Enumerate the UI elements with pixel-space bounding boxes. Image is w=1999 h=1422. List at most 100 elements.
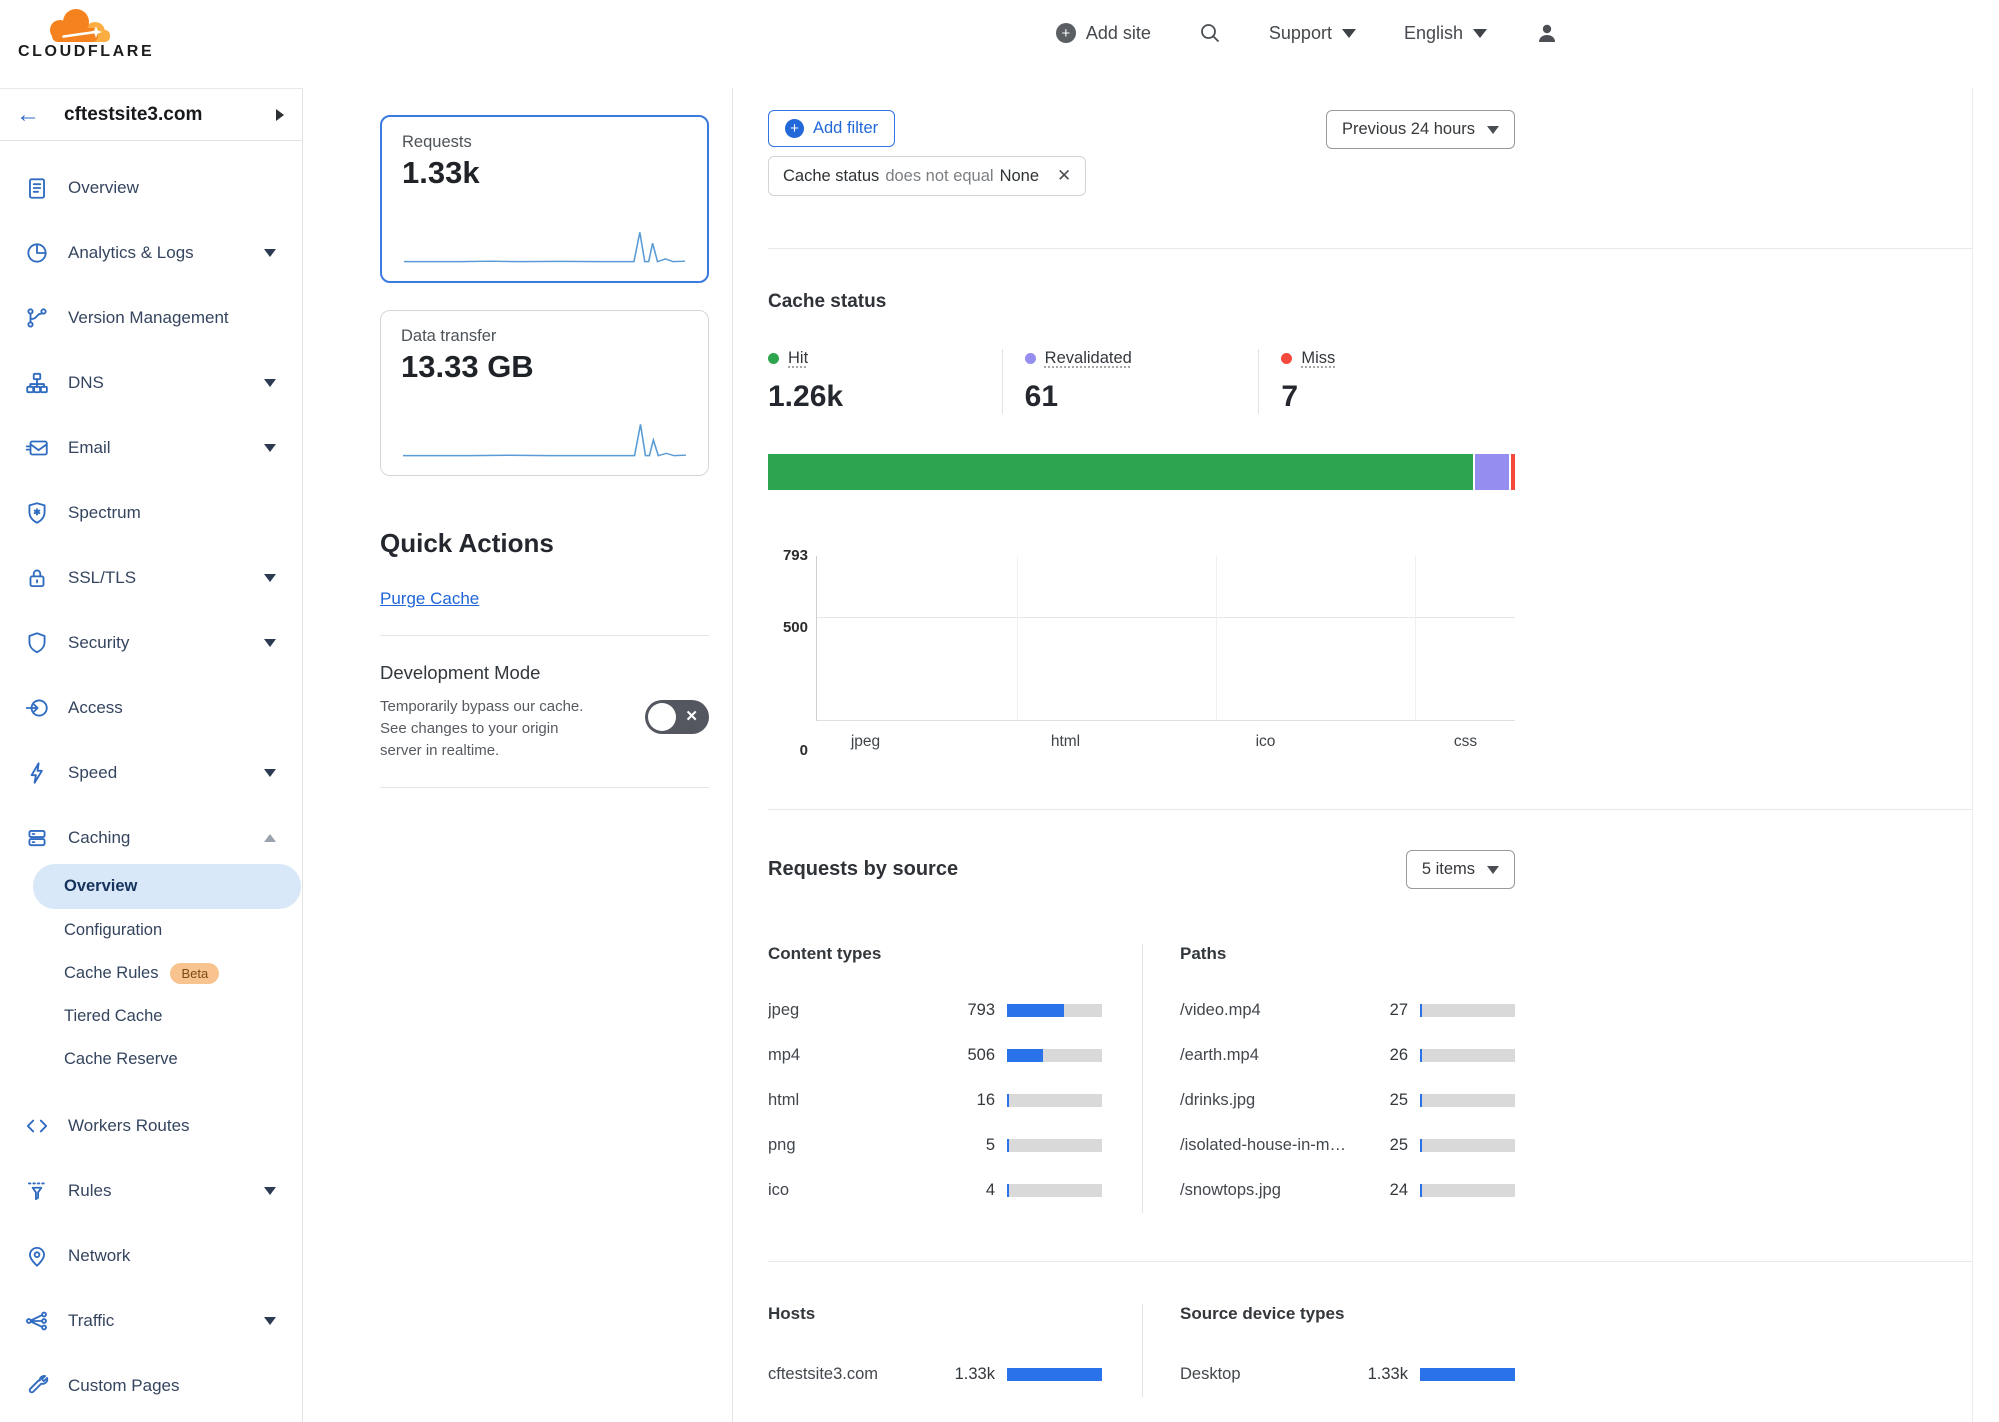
sidebar-item-cache-reserve[interactable]: Cache Reserve [0,1038,302,1081]
miss-label[interactable]: Miss [1301,349,1335,368]
chevron-down-icon [1487,866,1499,874]
add-filter-button[interactable]: + Add filter [768,110,895,147]
sidebar-item-traffic[interactable]: Traffic [0,1288,302,1353]
sidebar-item-version-management[interactable]: Version Management [0,285,302,350]
add-site-label: Add site [1086,23,1151,44]
hit-label[interactable]: Hit [788,349,808,368]
sidebar-item-caching[interactable]: Caching [0,805,302,870]
value-bar [1007,1184,1102,1197]
remove-filter-icon[interactable]: ✕ [1057,166,1071,186]
toggle-off-x-icon: ✕ [685,707,698,725]
sidebar-item-rules[interactable]: Rules [0,1158,302,1223]
value-bar [1420,1368,1515,1381]
account-button[interactable] [1535,21,1559,45]
divider [768,1261,1972,1262]
sidebar-item-security[interactable]: Security [0,610,302,675]
sidebar-item-spectrum[interactable]: Spectrum [0,480,302,545]
miss-dot-icon [1281,353,1292,364]
revalidated-label[interactable]: Revalidated [1045,349,1132,368]
filters-row: + Add filter Cache status does not equal… [768,88,1515,248]
support-menu[interactable]: Support [1269,23,1356,44]
chevron-down-icon [264,574,276,582]
sidebar-item-caching-configuration[interactable]: Configuration [0,909,302,952]
search-button[interactable] [1199,22,1221,44]
requests-by-source-section: Requests by source 5 items Content types… [768,810,1972,1397]
development-mode-toggle[interactable]: ✕ [645,700,709,734]
back-arrow-icon[interactable]: ← [16,103,40,127]
revalidated-value: 61 [1025,380,1259,414]
divider [380,635,709,636]
content-types-table: Content types jpeg 793 mp4 506 [768,944,1143,1213]
data-transfer-card[interactable]: Data transfer 13.33 GB [380,310,709,476]
sidebar-item-cache-rules[interactable]: Cache Rules Beta [0,952,302,995]
data-transfer-sparkline [401,417,688,463]
cache-status-distribution-bar [768,454,1515,490]
site-switcher-icon[interactable] [276,109,284,121]
table-row[interactable]: mp4 506 [768,1033,1102,1078]
sidebar-item-custom-pages[interactable]: Custom Pages [0,1353,302,1418]
sidebar-item-dns[interactable]: DNS [0,350,302,415]
table-row[interactable]: cftestsite3.com 1.33k [768,1352,1102,1397]
sidebar-item-overview[interactable]: Overview [0,155,302,220]
table-row[interactable]: Desktop 1.33k [1180,1352,1515,1397]
table-row[interactable]: /earth.mp4 26 [1180,1033,1515,1078]
hit-dot-icon [768,353,779,364]
table-row[interactable]: /video.mp4 27 [1180,988,1515,1033]
sidebar-item-tiered-cache[interactable]: Tiered Cache [0,995,302,1038]
sidebar-item-caching-overview[interactable]: Overview [33,864,301,909]
data-transfer-card-value: 13.33 GB [401,349,688,385]
plot-area [816,556,1515,721]
add-site-button[interactable]: + Add site [1056,23,1151,44]
cache-status-stats: Hit 1.26k Revalidated 61 [768,349,1515,414]
spectrum-shield-icon [24,500,50,526]
hosts-title: Hosts [768,1304,1102,1324]
value-bar [1420,1184,1515,1197]
top-right-menu: + Add site Support English [1056,0,1559,66]
purge-cache-link[interactable]: Purge Cache [380,589,479,609]
cloudflare-wordmark: CLOUDFLARE [18,43,144,61]
sidebar-item-speed[interactable]: Speed [0,740,302,805]
sidebar-item-email[interactable]: Email [0,415,302,480]
analytics-panel: + Add filter Cache status does not equal… [733,88,1973,1422]
miss-segment [1511,454,1515,490]
filter-chip[interactable]: Cache status does not equal None ✕ [768,156,1086,196]
value-bar [1420,1004,1515,1017]
table-row[interactable]: /snowtops.jpg 24 [1180,1168,1515,1213]
requests-by-source-title: Requests by source [768,858,958,881]
stat-miss: Miss 7 [1258,349,1515,414]
hosts-table: Hosts cftestsite3.com 1.33k [768,1304,1143,1397]
wrench-icon [24,1373,50,1399]
cloudflare-logo[interactable]: CLOUDFLARE [18,6,144,61]
table-row[interactable]: ico 4 [768,1168,1102,1213]
sidebar-item-ssl-tls[interactable]: SSL/TLS [0,545,302,610]
clipboard-icon [24,175,50,201]
table-row[interactable]: png 5 [768,1123,1102,1168]
sidebar-item-network[interactable]: Network [0,1223,302,1288]
sidebar-item-access[interactable]: Access [0,675,302,740]
pie-chart-icon [24,240,50,266]
support-label: Support [1269,23,1332,44]
cache-status-bar-chart: 793 500 0 [768,556,1515,751]
table-row[interactable]: html 16 [768,1078,1102,1123]
requests-card[interactable]: Requests 1.33k [380,115,709,283]
time-range-select[interactable]: Previous 24 hours [1326,110,1515,149]
table-row[interactable]: jpeg 793 [768,988,1102,1033]
development-mode-description: Temporarily bypass our cache. See change… [380,696,588,761]
y-tick: 0 [768,742,808,759]
items-count-select[interactable]: 5 items [1406,850,1515,889]
table-row[interactable]: /drinks.jpg 25 [1180,1078,1515,1123]
stat-hit: Hit 1.26k [768,349,1002,414]
paths-title: Paths [1180,944,1515,964]
sidebar-item-workers-routes[interactable]: Workers Routes [0,1093,302,1158]
x-axis-labels: jpeg html ico css [816,733,1515,751]
paths-table: Paths /video.mp4 27 /earth.mp4 26 [1143,944,1515,1213]
miss-value: 7 [1281,380,1515,414]
gridline [817,617,1515,618]
lock-icon [24,565,50,591]
table-row[interactable]: /isolated-house-in-mo... 25 [1180,1123,1515,1168]
language-menu[interactable]: English [1404,23,1487,44]
hit-segment [768,454,1473,490]
content-types-title: Content types [768,944,1102,964]
sidebar-item-analytics-logs[interactable]: Analytics & Logs [0,220,302,285]
chevron-down-icon [1342,29,1356,38]
